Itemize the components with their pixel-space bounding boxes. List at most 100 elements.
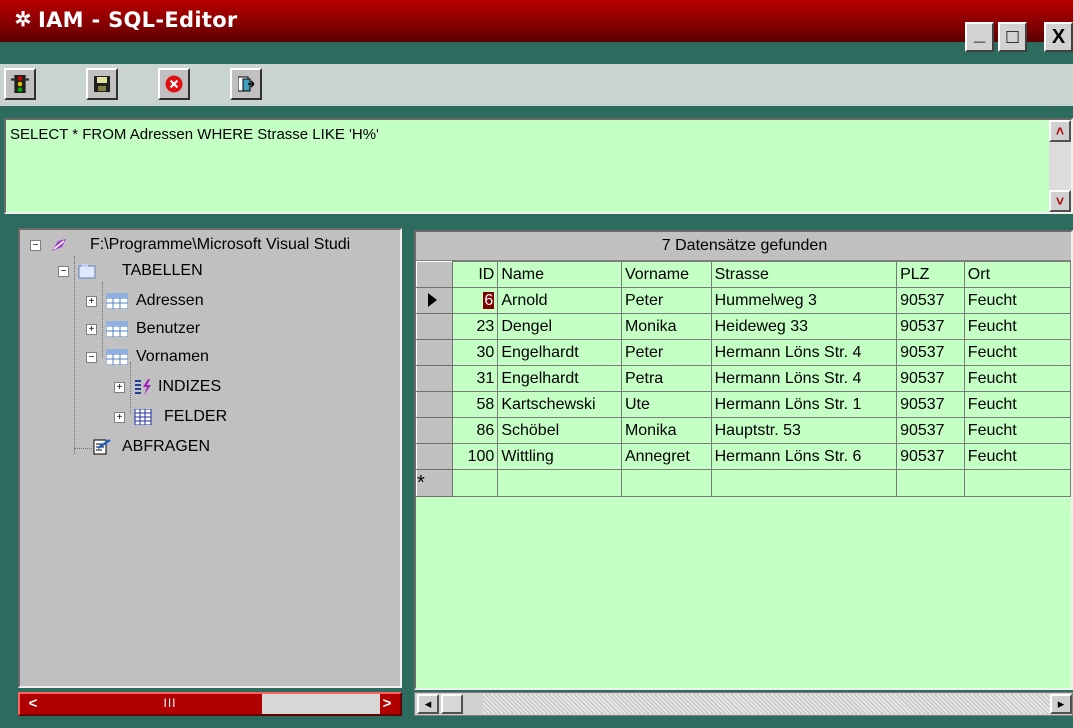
new-cell[interactable] [497, 469, 622, 497]
table-row[interactable]: 100 Wittling Annegret Hermann Löns Str. … [416, 443, 1071, 470]
new-cell[interactable] [451, 469, 499, 497]
cancel-button[interactable] [158, 68, 190, 100]
scroll-up-button[interactable]: ˄ [1049, 120, 1071, 142]
cell-vorname[interactable]: Peter [620, 287, 712, 314]
scroll-down-button[interactable]: ˅ [1049, 190, 1071, 212]
cell-id[interactable]: 86 [451, 417, 499, 444]
cell-name[interactable]: Wittling [497, 443, 622, 470]
row-indicator[interactable] [416, 365, 453, 392]
table-row[interactable]: 6 Arnold Peter Hummelweg 3 90537 Feucht [416, 287, 1071, 314]
fields-grid-icon [134, 409, 152, 425]
scroll-track[interactable] [483, 694, 1063, 714]
column-header[interactable]: PLZ [896, 261, 965, 288]
new-cell[interactable] [896, 469, 965, 497]
expand-icon: + [114, 412, 125, 423]
cell-strasse[interactable]: Hermann Löns Str. 4 [710, 339, 898, 366]
cell-vorname[interactable]: Annegret [620, 443, 712, 470]
grid-horizontal-scrollbar[interactable]: ◂ ▸ [414, 692, 1073, 716]
cell-strasse[interactable]: Hermann Löns Str. 1 [710, 391, 898, 418]
new-cell[interactable] [620, 469, 712, 497]
cell-name[interactable]: Kartschewski [497, 391, 622, 418]
cell-ort[interactable]: Feucht [963, 443, 1071, 470]
cell-id[interactable]: 100 [451, 443, 499, 470]
cell-plz[interactable]: 90537 [896, 313, 965, 340]
results-table[interactable]: ID Name Vorname Strasse PLZ Ort 6 Arnold… [416, 261, 1071, 497]
cell-vorname[interactable]: Peter [620, 339, 712, 366]
row-indicator[interactable] [416, 339, 453, 366]
sql-query-text[interactable]: SELECT * FROM Adressen WHERE Strasse LIK… [10, 126, 379, 143]
cell-ort[interactable]: Feucht [963, 365, 1071, 392]
cell-ort[interactable]: Feucht [963, 339, 1071, 366]
scroll-track[interactable] [262, 694, 380, 714]
cell-plz[interactable]: 90537 [896, 287, 965, 314]
cell-name[interactable]: Engelhardt [497, 339, 622, 366]
new-cell[interactable] [710, 469, 898, 497]
cell-plz[interactable]: 90537 [896, 339, 965, 366]
execute-button[interactable] [4, 68, 36, 100]
cell-ort[interactable]: Feucht [963, 287, 1071, 314]
cell-ort[interactable]: Feucht [963, 391, 1071, 418]
scroll-thumb[interactable]: III [80, 695, 260, 712]
cell-vorname[interactable]: Monika [620, 417, 712, 444]
cell-ort[interactable]: Feucht [963, 313, 1071, 340]
exit-button[interactable] [230, 68, 262, 100]
column-header[interactable]: Strasse [710, 261, 898, 288]
cell-plz[interactable]: 90537 [896, 443, 965, 470]
row-indicator[interactable] [416, 417, 453, 444]
column-header[interactable]: ID [451, 261, 499, 288]
column-header[interactable]: Name [497, 261, 622, 288]
table-row[interactable]: 23 Dengel Monika Heideweg 33 90537 Feuch… [416, 313, 1071, 340]
column-header[interactable]: Vorname [620, 261, 712, 288]
scroll-right-button[interactable]: > [376, 694, 398, 714]
cell-id[interactable]: 30 [451, 339, 499, 366]
cell-strasse[interactable]: Hauptstr. 53 [710, 417, 898, 444]
cell-name[interactable]: Engelhardt [497, 365, 622, 392]
cell-strasse[interactable]: Hummelweg 3 [710, 287, 898, 314]
minimize-button[interactable]: _ [965, 22, 994, 52]
tree-label-table: Benutzer [136, 320, 201, 337]
table-row[interactable]: 30 Engelhardt Peter Hermann Löns Str. 4 … [416, 339, 1071, 366]
cell-vorname[interactable]: Petra [620, 365, 712, 392]
sql-query-editor[interactable]: SELECT * FROM Adressen WHERE Strasse LIK… [4, 118, 1073, 214]
new-row-indicator[interactable]: * [416, 469, 453, 497]
cell-name[interactable]: Dengel [497, 313, 622, 340]
scroll-right-button[interactable]: ▸ [1050, 694, 1072, 714]
cell-id[interactable]: 58 [451, 391, 499, 418]
cell-strasse[interactable]: Hermann Löns Str. 4 [710, 365, 898, 392]
results-grid[interactable]: 7 Datensätze gefunden ID Name Vorname St… [414, 230, 1073, 690]
cell-strasse[interactable]: Hermann Löns Str. 6 [710, 443, 898, 470]
cell-plz[interactable]: 90537 [896, 365, 965, 392]
cell-strasse[interactable]: Heideweg 33 [710, 313, 898, 340]
cell-id[interactable]: 6 [451, 287, 499, 314]
cell-plz[interactable]: 90537 [896, 391, 965, 418]
cell-plz[interactable]: 90537 [896, 417, 965, 444]
cell-name[interactable]: Schöbel [497, 417, 622, 444]
close-button[interactable]: X [1044, 22, 1073, 52]
cell-vorname[interactable]: Ute [620, 391, 712, 418]
table-row[interactable]: 86 Schöbel Monika Hauptstr. 53 90537 Feu… [416, 417, 1071, 444]
cell-name[interactable]: Arnold [497, 287, 622, 314]
column-header[interactable]: Ort [963, 261, 1071, 288]
title-bar[interactable]: ✲ IAM - SQL-Editor _ □ X [0, 0, 1073, 52]
scroll-left-button[interactable]: ◂ [417, 694, 439, 714]
cell-ort[interactable]: Feucht [963, 417, 1071, 444]
row-indicator[interactable] [416, 313, 453, 340]
scroll-thumb[interactable] [441, 694, 463, 714]
row-indicator[interactable] [416, 443, 453, 470]
new-record-row[interactable]: * [416, 469, 1071, 497]
maximize-button[interactable]: □ [998, 22, 1027, 52]
row-indicator[interactable] [416, 287, 453, 314]
table-row[interactable]: 58 Kartschewski Ute Hermann Löns Str. 1 … [416, 391, 1071, 418]
scroll-left-button[interactable]: < [22, 694, 44, 714]
save-button[interactable] [86, 68, 118, 100]
database-tree[interactable]: − F:\Programme\Microsoft Visual Studi − … [18, 228, 402, 688]
table-row[interactable]: 31 Engelhardt Petra Hermann Löns Str. 4 … [416, 365, 1071, 392]
header-row: ID Name Vorname Strasse PLZ Ort [416, 261, 1071, 288]
cell-id[interactable]: 23 [451, 313, 499, 340]
row-indicator[interactable] [416, 391, 453, 418]
tree-horizontal-scrollbar[interactable]: < III > [18, 692, 402, 716]
sql-vertical-scrollbar[interactable]: ˄ ˅ [1049, 120, 1071, 212]
cell-vorname[interactable]: Monika [620, 313, 712, 340]
new-cell[interactable] [963, 469, 1071, 497]
cell-id[interactable]: 31 [451, 365, 499, 392]
